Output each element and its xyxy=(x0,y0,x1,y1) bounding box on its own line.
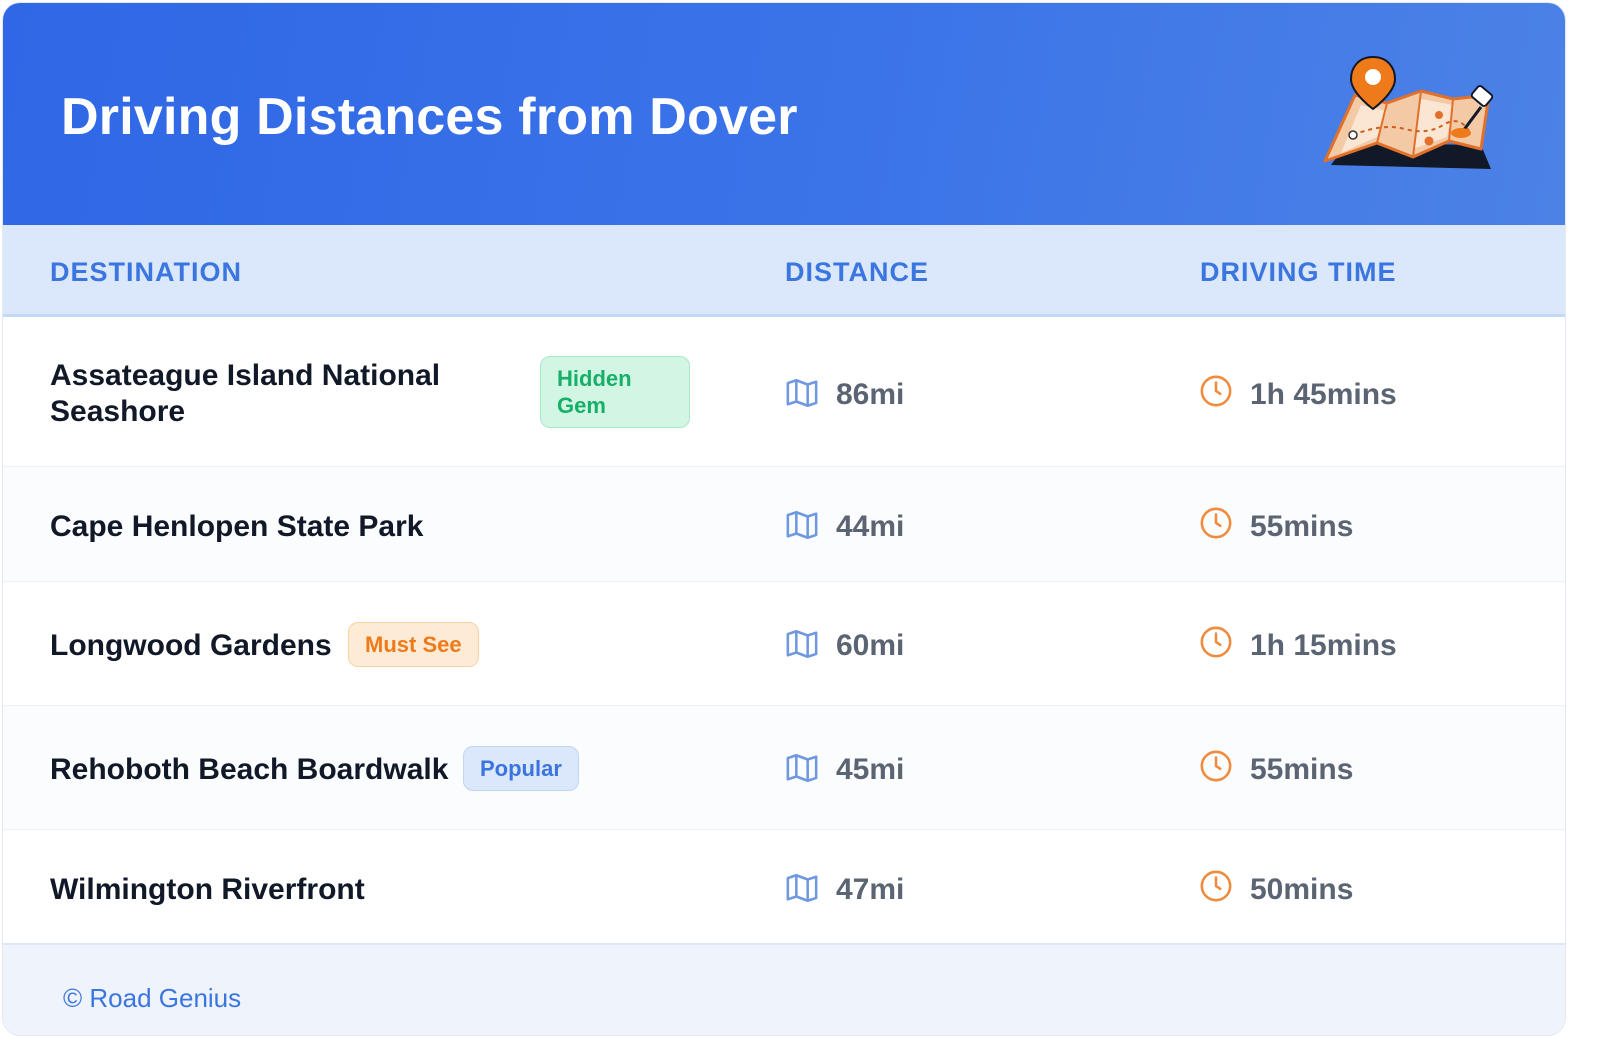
footer-credit-link[interactable]: © Road Genius xyxy=(63,983,241,1014)
destination-name: Wilmington Riverfront xyxy=(50,873,365,906)
driving-time-value: 50mins xyxy=(1250,873,1354,906)
table-row: Cape Henlopen State Park 44mi 55mins xyxy=(3,467,1565,582)
badge-hidden-gem: Hidden Gem xyxy=(540,356,690,428)
driving-time-value: 55mins xyxy=(1250,753,1354,786)
destination-name: Cape Henlopen State Park xyxy=(50,510,424,543)
card-header: Driving Distances from Dover xyxy=(3,3,1565,225)
table-row: Assateague Island National Seashore Hidd… xyxy=(3,317,1565,467)
driving-time-value: 1h 45mins xyxy=(1250,378,1397,411)
card-footer: © Road Genius xyxy=(3,943,1565,1035)
distance-value: 45mi xyxy=(836,753,905,786)
map-icon xyxy=(786,873,818,903)
map-icon xyxy=(786,378,818,408)
column-header-driving-time: DRIVING TIME xyxy=(1200,257,1397,287)
table-header: DESTINATION DISTANCE DRIVING TIME xyxy=(3,225,1565,317)
badge-popular: Popular xyxy=(463,746,579,791)
clock-icon xyxy=(1200,375,1232,407)
clock-icon xyxy=(1200,507,1232,539)
driving-time-value: 55mins xyxy=(1250,510,1354,543)
column-header-destination: DESTINATION xyxy=(50,257,242,287)
clock-icon xyxy=(1200,626,1232,658)
page-title: Driving Distances from Dover xyxy=(61,88,798,146)
clock-icon xyxy=(1200,750,1232,782)
table-row: Rehoboth Beach Boardwalk Popular 45mi 55… xyxy=(3,706,1565,830)
destination-name: Assateague Island National Seashore xyxy=(50,359,441,428)
distance-value: 47mi xyxy=(836,873,905,906)
distance-value: 44mi xyxy=(836,510,905,543)
destination-name: Longwood Gardens xyxy=(50,629,332,662)
clock-icon xyxy=(1200,870,1232,902)
distance-value: 60mi xyxy=(836,629,905,662)
destination-name: Rehoboth Beach Boardwalk xyxy=(50,753,449,786)
map-icon xyxy=(786,629,818,659)
column-header-distance: DISTANCE xyxy=(785,257,930,287)
table-row: Longwood Gardens Must See 60mi 1h 15mins xyxy=(3,582,1565,706)
table-row: Wilmington Riverfront 47mi 50mins xyxy=(3,830,1565,943)
map-icon xyxy=(786,510,818,540)
distances-card: Driving Distances from Dover DESTINATION… xyxy=(2,2,1566,1036)
badge-must-see: Must See xyxy=(348,622,479,667)
map-icon xyxy=(786,753,818,783)
distance-value: 86mi xyxy=(836,378,905,411)
driving-time-value: 1h 15mins xyxy=(1250,629,1397,662)
map-illustration-icon xyxy=(1323,55,1494,169)
